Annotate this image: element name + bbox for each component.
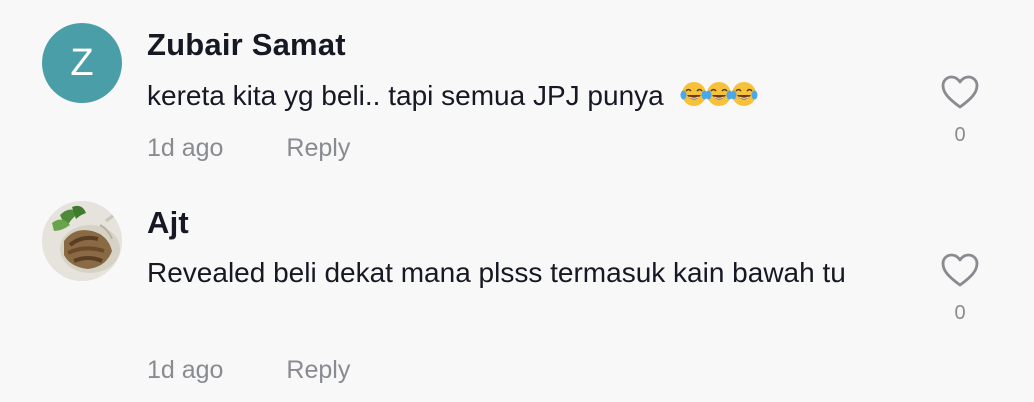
- comment-item: Z Zubair Samat kereta kita yg beli.. tap…: [0, 0, 1034, 190]
- food-photo-avatar: [42, 201, 122, 281]
- avatar[interactable]: Z: [42, 23, 122, 103]
- comment-meta: 1d ago Reply: [147, 356, 350, 385]
- reply-button[interactable]: Reply: [286, 356, 350, 384]
- emoji-group: [680, 80, 757, 111]
- tears-of-joy-emoji: [730, 82, 757, 106]
- like-count: 0: [954, 124, 966, 146]
- like-button[interactable]: 0: [938, 252, 982, 325]
- heart-icon: [941, 75, 979, 109]
- tears-of-joy-emoji: [680, 82, 707, 106]
- comment-text: Revealed beli dekat mana plsss termasuk …: [147, 257, 846, 288]
- timestamp: 1d ago: [147, 356, 224, 384]
- comment-text-body: kereta kita yg beli.. tapi semua JPJ pun…: [147, 80, 664, 111]
- like-count: 0: [954, 302, 966, 324]
- avatar-letter: Z: [70, 41, 94, 84]
- comment-item: Ajt Revealed beli dekat mana plsss terma…: [0, 190, 1034, 402]
- avatar[interactable]: [42, 201, 122, 281]
- reply-button[interactable]: Reply: [286, 134, 350, 162]
- username[interactable]: Zubair Samat: [147, 27, 346, 63]
- timestamp: 1d ago: [147, 134, 224, 162]
- heart-icon: [941, 253, 979, 287]
- comment-meta: 1d ago Reply: [147, 134, 350, 163]
- like-button[interactable]: 0: [938, 74, 982, 147]
- tears-of-joy-emoji: [705, 82, 732, 106]
- username[interactable]: Ajt: [147, 205, 189, 241]
- comment-text: kereta kita yg beli.. tapi semua JPJ pun…: [147, 73, 917, 118]
